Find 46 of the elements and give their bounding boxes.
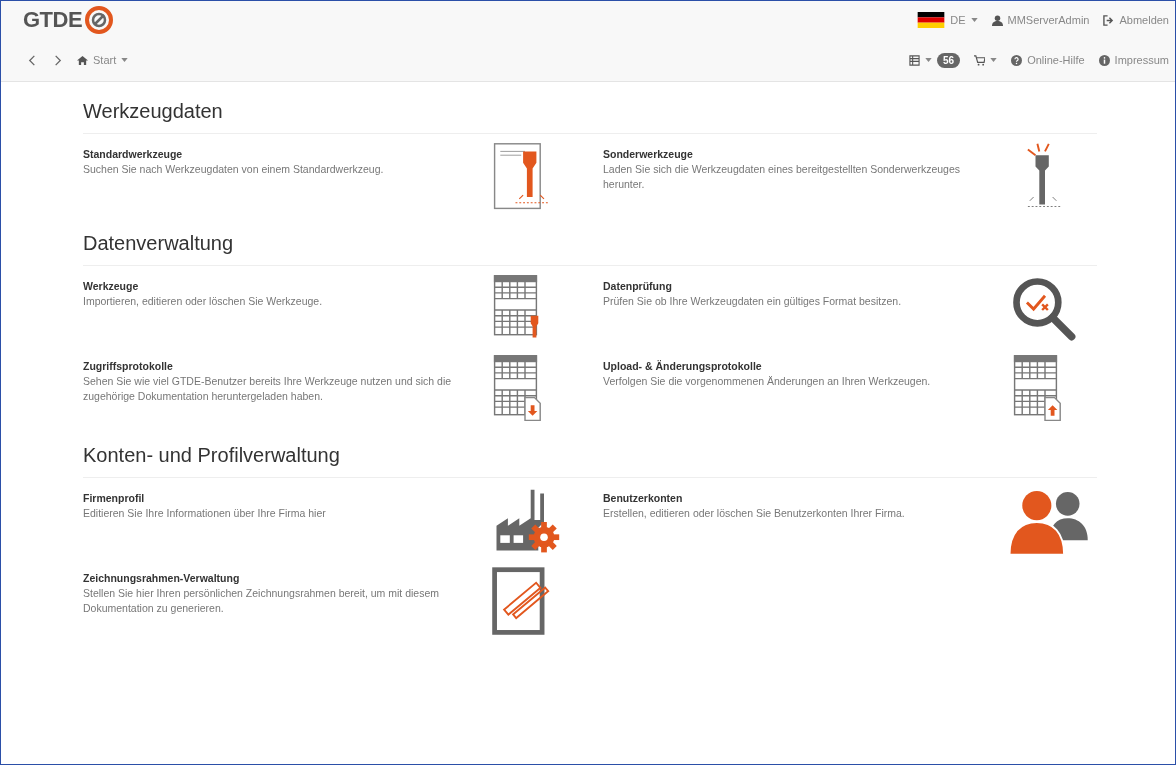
item-description: Editieren Sie Ihre Informationen über Ihre Firma hier bbox=[83, 506, 327, 521]
list-menu[interactable]: 56 bbox=[909, 52, 961, 68]
item-title-link[interactable]: Werkzeuge bbox=[83, 280, 463, 292]
cart-menu[interactable] bbox=[974, 54, 998, 66]
section-heading: Datenverwaltung bbox=[83, 232, 1097, 266]
help-icon bbox=[1011, 54, 1023, 66]
caret-icon bbox=[121, 58, 129, 62]
item-description: Suchen Sie nach Werkzeugdaten von einem Standardwerkzeug. bbox=[83, 162, 385, 177]
item-description: Sehen Sie wie viel GTDE-Benutzer bereits Ihre Werkzeuge nutzen und sich die zugehörige Dokumentation heruntergeladen haben. bbox=[83, 374, 453, 405]
item-description: Erstellen, editieren oder löschen Sie Benutzerkonten Ihrer Firma. bbox=[603, 506, 906, 521]
german-flag-icon bbox=[917, 12, 946, 28]
count-badge: 56 bbox=[937, 52, 961, 68]
item-title-link[interactable]: Zugriffsprotokolle bbox=[83, 360, 463, 372]
item-description: Stellen Sie hier Ihren persönlichen Zeichnungsrahmen bereit, um mit diesem Dokumentation zu generieren. bbox=[83, 586, 440, 617]
item-title-link[interactable]: Sonderwerkzeuge bbox=[603, 148, 983, 160]
chevron-right-icon bbox=[52, 54, 63, 66]
language-dropdown[interactable]: DE bbox=[917, 12, 978, 28]
start-menu[interactable]: Start bbox=[77, 54, 129, 66]
item-title-link[interactable]: Upload- & Änderungsprotokolle bbox=[603, 360, 983, 372]
chevron-left-icon bbox=[27, 54, 38, 66]
user-icon bbox=[991, 14, 1003, 26]
user-menu[interactable]: MMServerAdmin bbox=[991, 14, 1090, 26]
home-icon bbox=[77, 54, 88, 66]
item-description: Verfolgen Sie die vorgenommenen Änderungen an Ihren Werkzeugen. bbox=[603, 374, 932, 389]
logout-icon bbox=[1103, 14, 1115, 26]
item-title-link[interactable]: Benutzerkonten bbox=[603, 492, 983, 504]
caret-icon bbox=[970, 18, 978, 22]
forward-button[interactable] bbox=[52, 54, 63, 66]
logo-text: GTDE bbox=[23, 7, 83, 33]
info-icon bbox=[1098, 54, 1110, 66]
section-heading: Werkzeugdaten bbox=[83, 100, 1097, 134]
section-heading: Konten- und Profilverwaltung bbox=[83, 444, 1097, 478]
item-title-link[interactable]: Firmenprofil bbox=[83, 492, 463, 504]
caret-icon bbox=[925, 58, 932, 62]
logo-icon bbox=[84, 5, 115, 35]
header-link[interactable]: Impressum bbox=[1098, 54, 1169, 66]
list-icon bbox=[909, 54, 920, 66]
item-description: Laden Sie sich die Werkzeugdaten eines bereitgestellten Sonderwerkzeuges herunter. bbox=[603, 162, 962, 193]
cart-icon bbox=[974, 54, 986, 66]
back-button[interactable] bbox=[27, 54, 38, 66]
item-title-link[interactable]: Datenprüfung bbox=[603, 280, 983, 292]
item-title-link[interactable]: Zeichnungsrahmen-Verwaltung bbox=[83, 572, 463, 584]
item-description: Importieren, editieren oder löschen Sie Werkzeuge. bbox=[83, 294, 324, 309]
item-description: Prüfen Sie ob Ihre Werkzeugdaten ein gültiges Format besitzen. bbox=[603, 294, 903, 309]
item-title-link[interactable]: Standardwerkzeuge bbox=[83, 148, 463, 160]
caret-icon bbox=[990, 58, 998, 62]
